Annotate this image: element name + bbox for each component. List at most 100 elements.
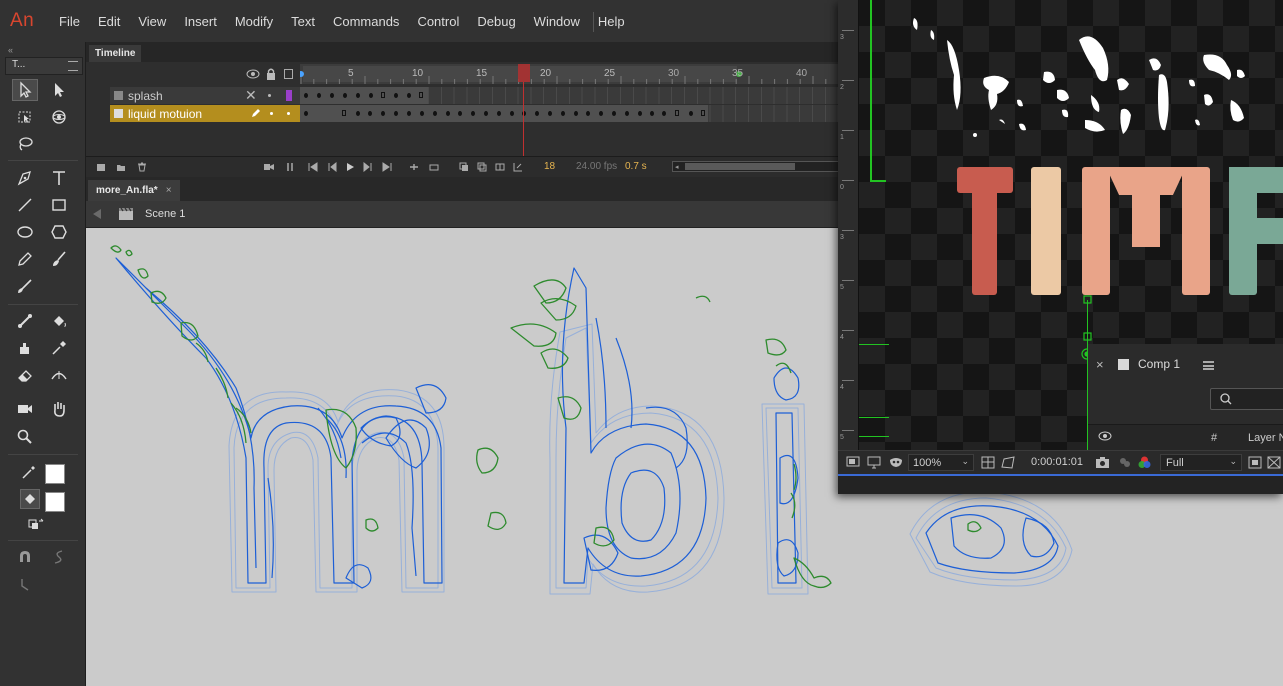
fill-color-swatch[interactable] — [45, 492, 65, 512]
menu-help[interactable]: Help — [589, 14, 634, 29]
grid-options-icon[interactable] — [981, 456, 995, 469]
end-frame[interactable] — [419, 92, 423, 98]
onion-skin-icon[interactable] — [459, 162, 469, 172]
menu-file[interactable]: File — [50, 14, 89, 29]
snapshot-camera-icon[interactable] — [1095, 456, 1110, 469]
menu-control[interactable]: Control — [408, 14, 468, 29]
keyframe[interactable] — [650, 111, 654, 116]
hand-tool-icon[interactable] — [46, 398, 72, 420]
monitor-icon[interactable] — [867, 456, 881, 469]
comp-menu-icon[interactable] — [1203, 361, 1214, 370]
current-frame[interactable]: 18 — [544, 161, 555, 172]
layer-row-liquid-motuion[interactable]: liquid motuion — [86, 105, 840, 122]
column-number-header[interactable]: # — [1211, 432, 1217, 444]
ink-bottle-tool-icon[interactable] — [12, 337, 38, 359]
step-forward-icon[interactable] — [363, 162, 373, 172]
new-layer-icon[interactable] — [96, 162, 106, 172]
column-layer-name-header[interactable]: Layer N — [1248, 432, 1283, 444]
layer-outline-color-icon[interactable] — [286, 90, 292, 101]
first-frame-icon[interactable] — [308, 162, 318, 172]
keyframe[interactable] — [407, 93, 411, 98]
smooth-icon[interactable] — [46, 546, 72, 568]
layer-depth-icon[interactable] — [286, 162, 296, 172]
keyframe[interactable] — [497, 111, 501, 116]
onion-outline-icon[interactable] — [477, 162, 487, 172]
text-tool-icon[interactable] — [46, 167, 72, 189]
menu-edit[interactable]: Edit — [89, 14, 129, 29]
stroke-color-swatch[interactable] — [45, 464, 65, 484]
eraser-tool-icon[interactable] — [12, 364, 38, 386]
fast-previews-icon[interactable] — [1248, 456, 1262, 469]
keyframe[interactable] — [561, 111, 565, 116]
region-of-interest-icon[interactable] — [1001, 456, 1015, 469]
layer-name-cell-selected[interactable]: liquid motuion — [110, 105, 300, 122]
playhead[interactable] — [518, 64, 530, 82]
play-icon[interactable] — [345, 162, 355, 172]
frame-ruler[interactable]: 5 10 15 20 25 30 35 40 — [300, 64, 840, 84]
always-preview-icon[interactable] — [846, 456, 860, 469]
layer-frames[interactable] — [300, 87, 840, 104]
frame-rate[interactable]: 24.00 fps — [576, 161, 617, 172]
keyframe[interactable] — [304, 93, 308, 98]
menu-text[interactable]: Text — [282, 14, 324, 29]
keyframe[interactable] — [446, 111, 450, 116]
layer-search-input[interactable] — [1210, 388, 1283, 410]
keyframe[interactable] — [458, 111, 462, 116]
end-frame[interactable] — [381, 92, 385, 98]
layer-frames[interactable] — [300, 105, 840, 122]
new-folder-icon[interactable] — [116, 162, 126, 172]
straighten-icon[interactable] — [12, 574, 38, 596]
keyframe[interactable] — [535, 111, 539, 116]
keyframe[interactable] — [574, 111, 578, 116]
swap-colors-icon[interactable] — [26, 516, 46, 534]
rectangle-tool-icon[interactable] — [46, 194, 72, 216]
pen-tool-icon[interactable] — [12, 167, 38, 189]
zoom-tool-icon[interactable] — [12, 426, 38, 448]
pencil-tool-icon[interactable] — [12, 248, 38, 270]
keyframe[interactable] — [304, 111, 308, 116]
menu-modify[interactable]: Modify — [226, 14, 282, 29]
keyframe[interactable] — [394, 111, 398, 116]
visibility-eye-icon[interactable] — [1098, 431, 1112, 441]
eyedropper-tool-icon[interactable] — [46, 337, 72, 359]
width-tool-icon[interactable] — [46, 364, 72, 386]
keyframe[interactable] — [689, 111, 693, 116]
last-frame-icon[interactable] — [382, 162, 392, 172]
keyframe[interactable] — [317, 93, 321, 98]
layer-row-splash[interactable]: splash ✕ — [86, 87, 840, 104]
end-frame[interactable] — [342, 110, 346, 116]
selection-tool-icon[interactable] — [12, 79, 38, 101]
timeline-scrollbar[interactable]: ◂ — [672, 161, 840, 172]
keyframe[interactable] — [586, 111, 590, 116]
keyframe[interactable] — [662, 111, 666, 116]
transparency-grid-icon[interactable] — [1267, 456, 1281, 469]
center-frame-icon[interactable] — [409, 162, 419, 172]
document-tab[interactable]: more_An.fla* × — [88, 180, 180, 201]
collapse-panel-icon[interactable]: « — [8, 45, 13, 55]
hide-layer-x-icon[interactable]: ✕ — [245, 87, 257, 104]
visibility-dot-icon[interactable] — [270, 112, 273, 115]
keyframe[interactable] — [548, 111, 552, 116]
lock-dot-icon[interactable] — [268, 94, 271, 97]
keyframe[interactable] — [407, 111, 411, 116]
keyframe[interactable] — [638, 111, 642, 116]
scene-label[interactable]: Scene 1 — [145, 208, 185, 220]
keyframe[interactable] — [510, 111, 514, 116]
comp-title[interactable]: Comp 1 — [1138, 357, 1180, 371]
scroll-left-icon[interactable]: ◂ — [675, 163, 679, 171]
outline-all-layers-icon[interactable] — [284, 69, 293, 79]
show-snapshot-icon[interactable] — [1118, 456, 1132, 469]
edit-multiple-frames-icon[interactable] — [495, 162, 505, 172]
menu-insert[interactable]: Insert — [175, 14, 226, 29]
camera-icon[interactable] — [264, 162, 274, 172]
onion-markers-icon[interactable] — [513, 162, 523, 172]
paint-bucket-tool-icon[interactable] — [46, 310, 72, 332]
lock-dot-icon[interactable] — [287, 112, 290, 115]
keyframe[interactable] — [356, 111, 360, 116]
back-arrow-icon[interactable] — [93, 209, 101, 219]
delete-layer-icon[interactable] — [137, 162, 147, 172]
line-tool-icon[interactable] — [12, 194, 38, 216]
keyframe[interactable] — [369, 93, 373, 98]
close-document-icon[interactable]: × — [166, 185, 172, 196]
loop-icon[interactable] — [429, 162, 439, 172]
